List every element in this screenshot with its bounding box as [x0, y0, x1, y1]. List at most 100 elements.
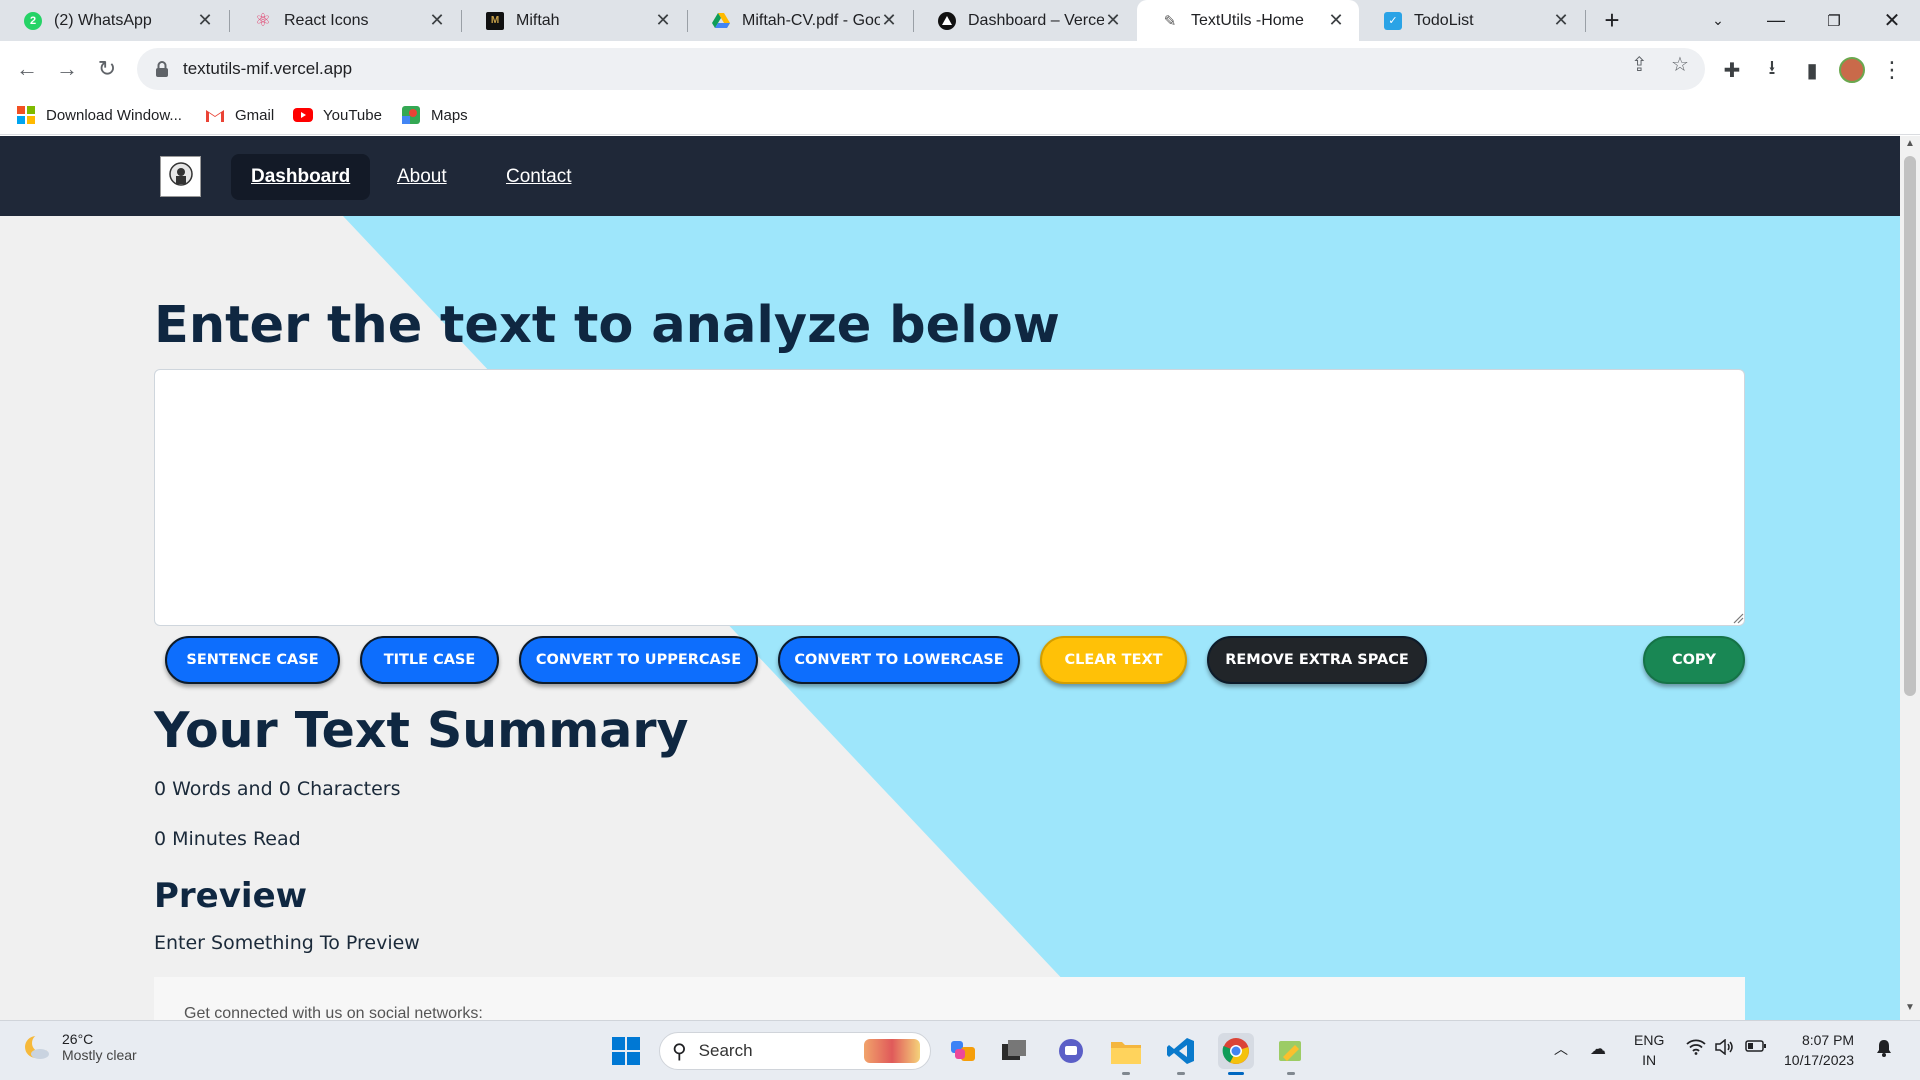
scroll-up-icon[interactable]: ▲	[1900, 138, 1920, 154]
restore-button[interactable]: ❐	[1810, 0, 1858, 41]
chevron-up-icon[interactable]: ︿	[1554, 1039, 1568, 1059]
tab-whatsapp[interactable]: 2 (2) WhatsApp ✕	[0, 0, 228, 41]
running-indicator	[1122, 1072, 1130, 1075]
download-icon[interactable]: ⭳	[1758, 56, 1786, 84]
vercel-icon	[938, 11, 956, 30]
text-input-area[interactable]	[154, 369, 1745, 626]
taskbar-search-box[interactable]: ⚲ Search	[659, 1032, 931, 1070]
tab-title: React Icons	[284, 11, 369, 29]
footer-social-bar: Get connected with us on social networks…	[154, 977, 1745, 1020]
browser-toolbar: ← → ↻ textutils-mif.vercel.app ⇪ ☆ ✚ ⭳ ▮…	[0, 41, 1920, 97]
copilot-app[interactable]	[945, 1033, 981, 1069]
remove-extra-space-button[interactable]: REMOVE EXTRA SPACE	[1207, 636, 1427, 684]
address-bar[interactable]: textutils-mif.vercel.app	[137, 48, 1705, 90]
search-placeholder: Search	[698, 1041, 753, 1060]
sentence-case-button[interactable]: SENTENCE CASE	[165, 636, 340, 684]
language-region: IN	[1642, 1052, 1657, 1068]
side-panel-icon[interactable]: ▮	[1798, 56, 1826, 84]
bookmark-label: Gmail	[235, 106, 275, 124]
chrome-app[interactable]	[1218, 1033, 1254, 1075]
running-indicator	[1177, 1072, 1185, 1075]
footer-text: Get connected with us on social networks…	[184, 1005, 483, 1020]
onedrive-icon[interactable]: ☁	[1590, 1039, 1606, 1059]
tab-vercel[interactable]: Dashboard – Vercel ✕	[914, 0, 1136, 41]
bookmarks-bar: Download Window... Gmail YouTube Maps	[0, 97, 1920, 135]
bookmark-label: Download Window...	[46, 106, 182, 124]
system-clock[interactable]: 8:07 PM 10/17/2023	[1784, 1030, 1854, 1070]
bookmark-maps[interactable]: Maps	[401, 105, 468, 125]
weather-temperature: 26°C	[62, 1031, 94, 1047]
close-icon[interactable]: ✕	[654, 10, 672, 31]
bookmark-youtube[interactable]: YouTube	[293, 105, 382, 125]
tab-textutils[interactable]: ✎ TextUtils -Home ✕	[1137, 0, 1359, 41]
profile-avatar[interactable]	[1838, 56, 1866, 84]
resize-grip-icon[interactable]	[1732, 612, 1744, 624]
close-window-button[interactable]: ✕	[1868, 0, 1916, 41]
page-heading: Enter the text to analyze below	[154, 296, 1060, 355]
gmail-icon	[205, 105, 225, 125]
logo-icon	[168, 161, 193, 186]
paint-app[interactable]	[1273, 1033, 1309, 1075]
bookmark-gmail[interactable]: Gmail	[205, 105, 274, 125]
close-icon[interactable]: ✕	[1552, 10, 1570, 31]
extensions-puzzle-icon[interactable]: ✚	[1718, 56, 1746, 84]
bookmark-star-icon[interactable]: ☆	[1671, 52, 1689, 77]
react-icon: ⚛	[254, 10, 272, 30]
new-tab-button[interactable]: +	[1588, 0, 1636, 41]
windows-taskbar: 26°C Mostly clear ⚲ Search ︿ ☁ ENG IN 8:…	[0, 1020, 1920, 1080]
tab-todolist[interactable]: ✓ TodoList ✕	[1360, 0, 1584, 41]
weather-widget[interactable]: 26°C Mostly clear	[22, 1031, 137, 1063]
language-indicator[interactable]: ENG IN	[1634, 1030, 1664, 1070]
bookmark-download-windows[interactable]: Download Window...	[16, 105, 182, 125]
notification-bell-icon[interactable]	[1876, 1039, 1892, 1062]
close-icon[interactable]: ✕	[428, 10, 446, 31]
reload-icon[interactable]: ↻	[89, 51, 125, 87]
share-icon[interactable]: ⇪	[1631, 52, 1648, 77]
tab-title: Miftah	[516, 11, 560, 29]
back-arrow-icon[interactable]: ←	[9, 51, 45, 87]
lowercase-button[interactable]: CONVERT TO LOWERCASE	[778, 636, 1020, 684]
file-explorer-app[interactable]	[1108, 1033, 1144, 1075]
menu-kebab-icon[interactable]: ⋮	[1878, 56, 1906, 84]
tab-search-icon[interactable]: ⌄	[1694, 0, 1742, 41]
close-icon[interactable]: ✕	[1327, 10, 1345, 31]
scroll-down-icon[interactable]: ▼	[1900, 1002, 1920, 1018]
clock-time: 8:07 PM	[1801, 1032, 1855, 1048]
weather-moon-icon	[25, 1034, 50, 1059]
minimize-button[interactable]: —	[1752, 0, 1800, 41]
site-logo[interactable]	[160, 156, 201, 197]
nav-contact-link[interactable]: Contact	[506, 154, 571, 200]
uppercase-button[interactable]: CONVERT TO UPPERCASE	[519, 636, 758, 684]
close-icon[interactable]: ✕	[196, 10, 214, 31]
volume-icon[interactable]	[1715, 1038, 1735, 1060]
task-view-app[interactable]	[997, 1033, 1033, 1069]
tab-react-icons[interactable]: ⚛ React Icons ✕	[230, 0, 460, 41]
paint-icon	[1279, 1041, 1301, 1061]
title-case-button[interactable]: TITLE CASE	[360, 636, 499, 684]
tab-google-drive[interactable]: Miftah-CV.pdf - Goo ✕	[688, 0, 912, 41]
url-text: textutils-mif.vercel.app	[183, 59, 353, 78]
battery-icon[interactable]	[1745, 1039, 1767, 1058]
tab-miftah[interactable]: M Miftah ✕	[462, 0, 686, 41]
nav-dashboard-link[interactable]: Dashboard	[231, 154, 371, 200]
close-icon[interactable]: ✕	[880, 10, 898, 31]
whatsapp-icon: 2	[24, 11, 42, 30]
vscode-icon	[1167, 1038, 1194, 1064]
wifi-icon[interactable]	[1686, 1039, 1706, 1060]
nav-about-link[interactable]: About	[397, 154, 447, 200]
clear-text-button[interactable]: CLEAR TEXT	[1040, 636, 1187, 684]
page-scrollbar[interactable]: ▲ ▼	[1900, 136, 1920, 1020]
search-highlight-icon	[864, 1039, 920, 1063]
forward-arrow-icon[interactable]: →	[49, 51, 85, 87]
clock-date: 10/17/2023	[1784, 1052, 1855, 1068]
vscode-app[interactable]	[1163, 1033, 1199, 1075]
close-icon[interactable]: ✕	[1104, 10, 1122, 31]
start-button[interactable]	[608, 1033, 644, 1069]
preview-text: Enter Something To Preview	[154, 932, 420, 954]
reading-time: 0 Minutes Read	[154, 828, 301, 850]
copilot-icon	[951, 1041, 975, 1061]
copy-button[interactable]: COPY	[1643, 636, 1745, 684]
scroll-thumb[interactable]	[1904, 156, 1916, 696]
tab-title: Dashboard – Vercel	[968, 11, 1104, 29]
teams-chat-app[interactable]	[1053, 1033, 1089, 1069]
